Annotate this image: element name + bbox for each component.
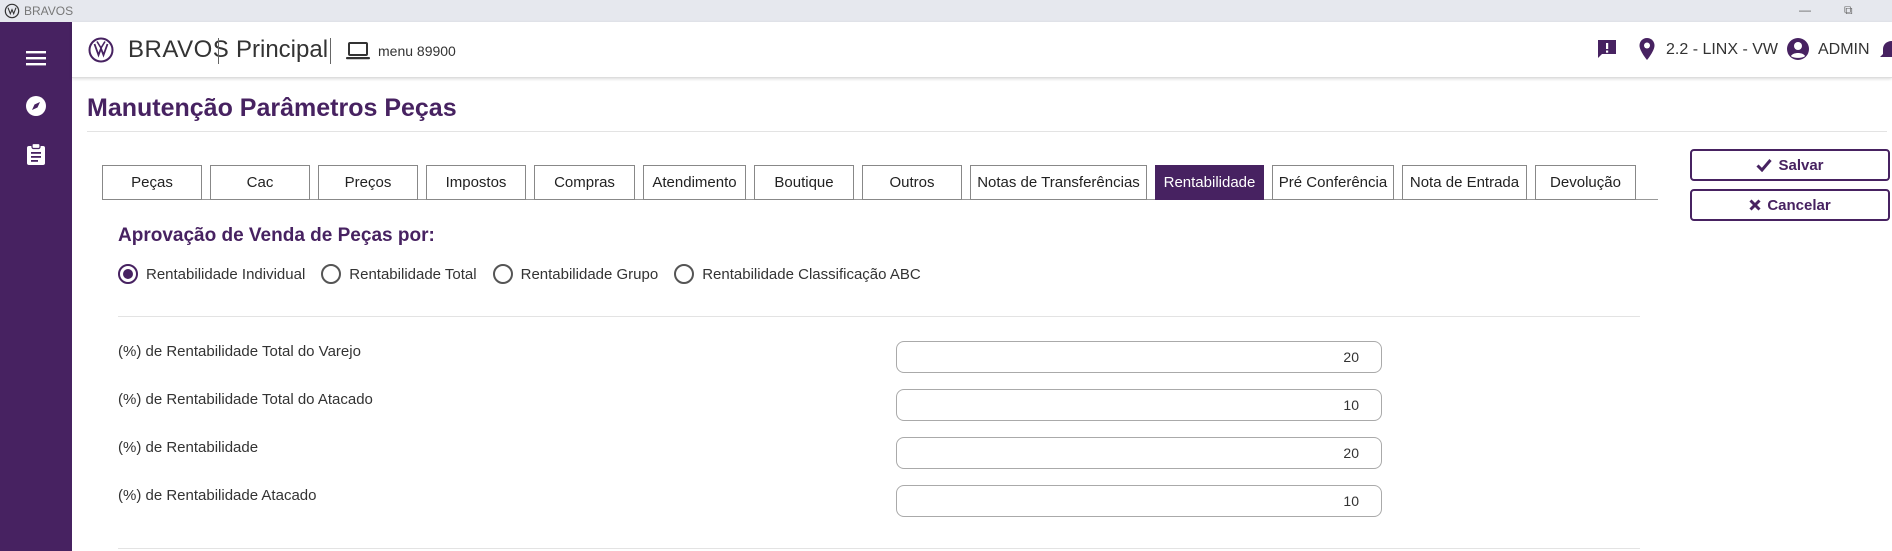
tab-impostos[interactable]: Impostos [426,165,526,200]
tab-outros[interactable]: Outros [862,165,962,200]
rentabilidade-input[interactable] [896,437,1382,469]
save-button[interactable]: Salvar [1690,149,1890,181]
location-pin-icon[interactable] [1638,37,1656,61]
title-divider [87,131,1887,132]
cancel-button[interactable]: Cancelar [1690,189,1890,221]
location-label[interactable]: 2.2 - LINX - VW [1666,41,1778,59]
radio-label: Rentabilidade Individual [146,265,306,283]
menu-icon[interactable] [24,46,48,70]
clipboard-icon[interactable] [24,142,48,166]
tab-boutique[interactable]: Boutique [754,165,854,200]
restore-button[interactable]: ⧉ [1844,3,1853,18]
side-rail [0,22,72,551]
radio-rentabilidade-classificacao-abc[interactable]: Rentabilidade Classificação ABC [674,264,921,284]
menu-code: menu 89900 [378,43,456,59]
field-label-atacado: (%) de Rentabilidade Atacado [118,487,317,504]
radio-button[interactable] [492,264,513,284]
module-name: Principal [236,36,329,63]
field-label-rentabilidade: (%) de Rentabilidade [118,439,259,456]
tab-cac[interactable]: Cac [210,165,310,200]
tab-compras[interactable]: Compras [534,165,635,200]
vw-logo-icon [4,3,20,19]
rentabilidade-atacado-input[interactable] [896,485,1382,517]
save-button-label: Salvar [1778,156,1824,174]
tab-atendimento[interactable]: Atendimento [643,165,746,200]
radio-rentabilidade-individual[interactable]: Rentabilidade Individual [118,264,305,284]
page-title: Manutenção Parâmetros Peças [87,94,457,122]
tab-pre-conferencia[interactable]: Pré Conferência [1272,165,1394,200]
radio-label: Rentabilidade Total [349,265,477,283]
os-title-bar: BRAVOS — ⧉ [0,0,1892,22]
tab-nota-de-entrada[interactable]: Nota de Entrada [1402,165,1527,200]
laptop-icon [346,42,370,60]
section-title: Aprovação de Venda de Peças por: [118,225,435,246]
tab-notas-de-transferencias[interactable]: Notas de Transferências [970,165,1147,200]
os-window-title: BRAVOS [24,4,74,18]
radio-rentabilidade-grupo[interactable]: Rentabilidade Grupo [492,264,659,284]
field-label-atacado-total: (%) de Rentabilidade Total do Atacado [118,391,373,408]
radio-label: Rentabilidade Classificação ABC [702,265,921,283]
close-icon [1749,199,1761,211]
rentabilidade-total-atacado-input[interactable] [896,389,1382,421]
tab-rentabilidade[interactable]: Rentabilidade [1155,165,1264,200]
radio-label: Rentabilidade Grupo [520,265,659,283]
header-divider [330,38,331,64]
radio-button[interactable] [321,264,342,284]
radio-button[interactable] [674,264,695,284]
approval-radio-group: Rentabilidade Individual Rentabilidade T… [118,264,937,284]
field-label-varejo: (%) de Rentabilidade Total do Varejo [118,343,361,360]
feedback-icon[interactable] [1596,38,1618,60]
compass-icon[interactable] [24,94,48,118]
user-name[interactable]: ADMIN [1818,41,1870,59]
app-header: BRAVOS Principal menu 89900 2.2 - LINX -… [72,22,1892,78]
cancel-button-label: Cancelar [1767,196,1831,214]
vw-logo-icon[interactable] [88,37,114,63]
tab-precos[interactable]: Preços [318,165,418,200]
header-divider [218,38,219,64]
brand-name: BRAVOS [128,36,230,63]
rentabilidade-total-varejo-input[interactable] [896,341,1382,373]
radio-rentabilidade-total[interactable]: Rentabilidade Total [321,264,477,284]
check-icon [1756,159,1773,172]
minimize-button[interactable]: — [1799,3,1811,17]
tab-pecas[interactable]: Peças [102,165,202,200]
section-divider [118,316,1640,317]
tab-devolucao[interactable]: Devolução [1535,165,1636,200]
radio-button[interactable] [118,264,138,284]
bell-icon[interactable] [1880,38,1892,60]
section-divider [118,548,1640,549]
account-circle-icon[interactable] [1786,37,1810,61]
